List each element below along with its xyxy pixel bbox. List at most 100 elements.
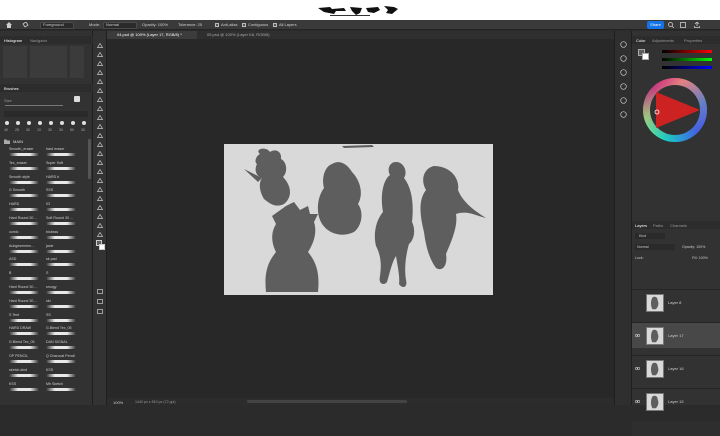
brush-item[interactable]: 03 bbox=[42, 202, 78, 214]
brush-item[interactable]: Hard Round 30 ... bbox=[5, 299, 41, 311]
layer-visibility-eye-icon[interactable] bbox=[634, 399, 641, 404]
libraries-icon[interactable] bbox=[620, 97, 627, 104]
learn-icon[interactable] bbox=[620, 111, 627, 118]
doc-tab[interactable]: 05.psd @ 100% (Layer K8, RGB/8) bbox=[197, 31, 297, 39]
layer-row[interactable]: Layer 8 bbox=[632, 289, 720, 315]
settings-icon[interactable] bbox=[620, 55, 627, 62]
eraser-tool-icon[interactable] bbox=[96, 150, 104, 156]
brush-tip-preset[interactable]: 10 bbox=[35, 120, 45, 134]
brush-item[interactable]: HARD DRAW bbox=[5, 326, 41, 338]
brush-item[interactable]: OP PENCIL bbox=[5, 354, 41, 366]
brush-item[interactable]: KSS bbox=[5, 382, 41, 394]
layer-visibility-eye-icon[interactable] bbox=[634, 333, 641, 338]
history-brush-tool-icon[interactable] bbox=[96, 141, 104, 147]
opacity-field[interactable]: Opacity: 100% bbox=[142, 22, 168, 27]
type-tool-icon[interactable] bbox=[96, 195, 104, 201]
character-icon[interactable] bbox=[620, 69, 627, 76]
frame-tool-icon[interactable] bbox=[96, 96, 104, 102]
color-background-swatch[interactable] bbox=[642, 53, 649, 60]
brush-item[interactable]: ASD bbox=[5, 257, 41, 269]
contiguous-checkbox[interactable] bbox=[242, 23, 246, 27]
marquee-tool-icon[interactable] bbox=[96, 60, 104, 66]
brush-item[interactable]: SSS bbox=[42, 188, 78, 200]
brush-item[interactable]: SS bbox=[42, 313, 78, 325]
brush-item[interactable]: skt bbox=[42, 299, 78, 311]
brush-tip-preset[interactable]: 40 bbox=[2, 120, 12, 134]
hand-tool-icon[interactable] bbox=[96, 222, 104, 228]
brush-tip-preset[interactable]: 30 bbox=[46, 120, 56, 134]
blue-slider[interactable] bbox=[662, 66, 712, 69]
brush-item[interactable]: sk pad bbox=[42, 257, 78, 269]
brush-item[interactable]: Hard Round 30 ... bbox=[5, 285, 41, 297]
pen-tool-icon[interactable] bbox=[96, 186, 104, 192]
anti-alias-checkbox[interactable] bbox=[215, 23, 219, 27]
blend-mode-dropdown[interactable]: Normal bbox=[635, 244, 675, 250]
layer-visibility-eye-icon[interactable] bbox=[635, 300, 640, 303]
size-slider[interactable] bbox=[5, 105, 63, 106]
home-icon[interactable] bbox=[6, 22, 12, 28]
lasso-tool-icon[interactable] bbox=[96, 69, 104, 75]
canvas[interactable] bbox=[224, 144, 493, 295]
brush-item[interactable]: jacie bbox=[42, 244, 78, 256]
all-layers-checkbox[interactable] bbox=[273, 23, 277, 27]
brush-item[interactable]: G Smooth bbox=[5, 188, 41, 200]
brush-item[interactable]: S Tent bbox=[5, 313, 41, 325]
tab-color[interactable]: Color bbox=[636, 38, 646, 43]
red-slider[interactable] bbox=[662, 50, 712, 53]
brush-item[interactable]: Smooth style bbox=[5, 175, 41, 187]
layer-opacity[interactable]: Opacity: 100% bbox=[682, 245, 705, 249]
brush-item[interactable]: blobsss bbox=[42, 230, 78, 242]
brush-tip-preset[interactable]: 25 bbox=[13, 120, 23, 134]
brush-item[interactable]: Super Soft bbox=[42, 161, 78, 173]
brush-item[interactable]: G.Blend Tex_05 bbox=[5, 340, 41, 352]
share-icon[interactable] bbox=[694, 22, 700, 28]
workspace-icon[interactable] bbox=[680, 22, 686, 28]
brush-tip-preset[interactable]: 30 bbox=[79, 120, 89, 134]
tab-adjustments[interactable]: Adjustments bbox=[652, 38, 674, 43]
brush-item[interactable]: Q Charcoal Pencil bbox=[42, 354, 78, 366]
green-slider[interactable] bbox=[662, 58, 712, 61]
horizontal-scrollbar[interactable] bbox=[247, 400, 407, 403]
blur-tool-icon[interactable] bbox=[96, 168, 104, 174]
brush-preview-icon[interactable] bbox=[74, 96, 80, 102]
brush-item[interactable]: Smooth_eraser bbox=[5, 147, 41, 159]
play-action-icon[interactable] bbox=[620, 41, 627, 48]
brush-tip-preset[interactable]: 50 bbox=[68, 120, 78, 134]
screen-mode-icon[interactable] bbox=[97, 299, 103, 304]
zoom-tool-icon[interactable] bbox=[96, 231, 104, 237]
tab-layers[interactable]: Layers bbox=[635, 223, 647, 228]
brush-item[interactable]: Mh Sketch bbox=[42, 382, 78, 394]
paint-bucket-icon[interactable] bbox=[22, 22, 29, 28]
brush-item[interactable]: DAN SIGNAL bbox=[42, 340, 78, 352]
share-button[interactable]: Share bbox=[647, 21, 664, 29]
tab-channels[interactable]: Channels bbox=[670, 223, 687, 228]
tab-navigator[interactable]: Navigator bbox=[30, 38, 47, 43]
brush-search-input[interactable] bbox=[4, 111, 88, 117]
layer-fill[interactable]: Fill: 100% bbox=[692, 256, 708, 260]
layer-visibility-eye-icon[interactable] bbox=[634, 366, 641, 371]
path-select-tool-icon[interactable] bbox=[96, 204, 104, 210]
brush-item[interactable]: HARD b bbox=[42, 175, 78, 187]
brush-item[interactable]: S bbox=[42, 271, 78, 283]
clone-stamp-tool-icon[interactable] bbox=[96, 132, 104, 138]
brush-tip-preset[interactable]: 30 bbox=[57, 120, 67, 134]
tab-paths[interactable]: Paths bbox=[653, 223, 663, 228]
tolerance-field[interactable]: Tolerance: 25 bbox=[178, 22, 202, 27]
move-tool-icon[interactable] bbox=[96, 42, 104, 48]
brush-item[interactable]: hard eraser bbox=[42, 147, 78, 159]
brush-item[interactable]: HARD bbox=[5, 202, 41, 214]
tab-brushes[interactable]: Brushes bbox=[4, 86, 19, 91]
brush-item[interactable]: Hard Round 30 ... bbox=[5, 216, 41, 228]
background-color-swatch[interactable] bbox=[99, 244, 105, 250]
tab-properties[interactable]: Properties bbox=[684, 38, 702, 43]
object-select-tool-icon[interactable] bbox=[96, 78, 104, 84]
layer-row[interactable]: Layer 15 bbox=[632, 388, 720, 414]
brush-item[interactable]: sketch-kind bbox=[5, 368, 41, 380]
brush-item[interactable]: comic bbox=[5, 230, 41, 242]
brush-tool-icon[interactable] bbox=[96, 123, 104, 129]
layer-row[interactable]: Layer 17 bbox=[632, 322, 720, 348]
paragraph-icon[interactable] bbox=[620, 83, 627, 90]
brush-item[interactable]: B bbox=[5, 271, 41, 283]
quick-mask-icon[interactable] bbox=[97, 289, 103, 294]
brush-item[interactable]: Aubgesmmen... bbox=[5, 244, 41, 256]
